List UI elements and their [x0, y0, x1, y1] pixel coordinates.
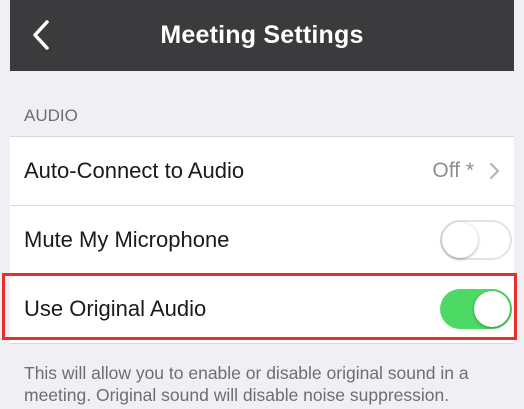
auto-connect-audio-value: Off * [432, 159, 474, 182]
use-original-audio-label: Use Original Audio [24, 296, 207, 321]
auto-connect-audio-row[interactable]: Auto-Connect to Audio Off * [10, 137, 514, 205]
auto-connect-audio-label: Auto-Connect to Audio [24, 158, 245, 183]
original-audio-description: This will allow you to enable or disable… [24, 363, 469, 405]
mute-microphone-label: Mute My Microphone [24, 227, 230, 252]
use-original-audio-toggle[interactable] [440, 289, 512, 329]
screen: Meeting Settings AUDIO Auto-Connect to A… [0, 0, 524, 409]
nav-bar: Meeting Settings [10, 0, 514, 71]
section-header-audio: AUDIO [24, 106, 78, 125]
page-title: Meeting Settings [160, 21, 364, 49]
chevron-right-icon [489, 162, 500, 180]
toggle-knob [474, 291, 510, 327]
mute-microphone-toggle[interactable] [440, 220, 512, 260]
settings-list: Auto-Connect to Audio Off * Mute My Micr… [10, 136, 514, 344]
mute-microphone-row: Mute My Microphone [10, 205, 514, 274]
toggle-knob [442, 222, 478, 258]
use-original-audio-row: Use Original Audio [10, 274, 514, 343]
